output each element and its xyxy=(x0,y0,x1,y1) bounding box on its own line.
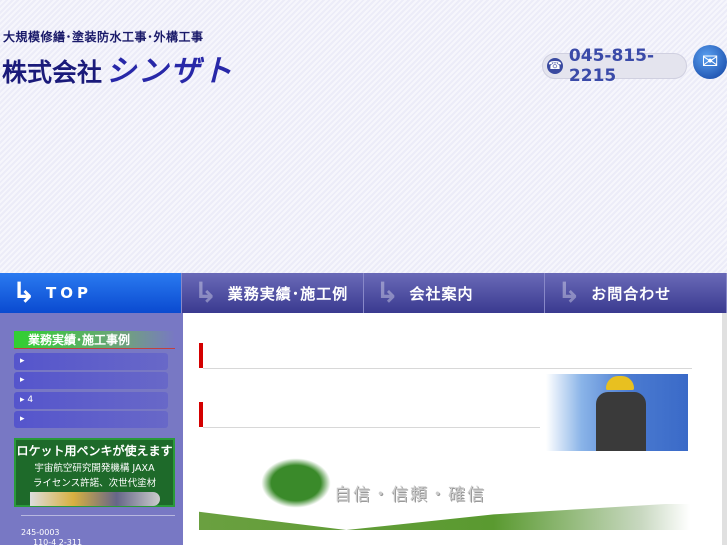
sidebar-item-label: 4 xyxy=(27,395,34,405)
arrow-icon: ↳ xyxy=(193,276,219,309)
mail-button[interactable]: ✉ xyxy=(693,45,727,79)
worker-photo xyxy=(546,374,688,451)
nav-label: TOP xyxy=(46,284,92,302)
company-logo[interactable]: 株式会社 シンザト xyxy=(2,46,234,90)
sidebar-heading: 業務実績･施工事例 xyxy=(14,331,175,349)
page-border xyxy=(722,313,727,545)
company-name: シンザト xyxy=(106,54,235,89)
landscape-banner: 自信・信頼・確信 xyxy=(199,458,690,530)
sidebar-item[interactable]: ▸ xyxy=(14,372,168,389)
nav-label: 会社案内 xyxy=(409,284,474,303)
phone-icon: ☎ xyxy=(547,58,563,74)
main-nav: ↳ TOP ↳ 業務実績･施工例 ↳ 会社案内 ↳ お問合わせ xyxy=(0,273,727,313)
sidebar: 業務実績･施工事例 ▸ ▸ ▸ 4 ▸ ロケット用ペンキが使えます 宇宙航空研究… xyxy=(0,313,183,547)
motto: 自信・信頼・確信 xyxy=(334,485,486,505)
phone-badge: ☎ 045-815-2215 xyxy=(542,46,687,86)
nav-label: お問合わせ xyxy=(591,284,672,303)
address: 110-4 2-311 xyxy=(33,538,83,547)
banner-line1: 宇宙航空研究開発機構 JAXA xyxy=(34,463,155,474)
banner-line2: ライセンス許諾、次世代塗材 xyxy=(32,478,157,489)
rocket-image xyxy=(29,492,160,506)
section-marker xyxy=(199,402,203,427)
rocket-paint-banner[interactable]: ロケット用ペンキが使えます 宇宙航空研究開発機構 JAXA ライセンス許諾、次世… xyxy=(14,438,175,507)
arrow-icon: ↳ xyxy=(557,276,582,309)
arrow-icon: ↳ xyxy=(375,276,400,309)
section-divider xyxy=(203,427,540,428)
header: 大規模修繕･塗装防水工事･外構工事 株式会社 シンザト ☎ 045-815-2215… xyxy=(0,0,727,273)
tree-image xyxy=(261,458,331,508)
sidebar-item[interactable]: ▸ 4 xyxy=(14,392,168,409)
nav-works[interactable]: ↳ 業務実績･施工例 xyxy=(181,273,364,313)
company-prefix: 株式会社 xyxy=(2,58,103,87)
sidebar-item[interactable]: ▸ xyxy=(14,353,168,370)
nav-company[interactable]: ↳ 会社案内 xyxy=(363,273,546,313)
nav-contact[interactable]: ↳ お問合わせ xyxy=(545,273,727,313)
nav-label: 業務実績･施工例 xyxy=(227,284,349,303)
divider xyxy=(21,515,175,516)
banner-title: ロケット用ペンキが使えます xyxy=(16,444,173,458)
arrow-icon: ↳ xyxy=(12,276,40,309)
envelope-icon: ✉ xyxy=(701,49,719,73)
postal-code: 245-0003 xyxy=(21,528,60,537)
section-marker xyxy=(199,343,203,368)
nav-top[interactable]: ↳ TOP xyxy=(0,273,182,313)
tagline: 大規模修繕･塗装防水工事･外構工事 xyxy=(3,30,204,44)
phone-number: 045-815-2215 xyxy=(568,46,655,86)
section-divider xyxy=(203,368,692,369)
main-content: 自信・信頼・確信 xyxy=(185,313,722,545)
sidebar-item[interactable]: ▸ xyxy=(14,411,168,428)
